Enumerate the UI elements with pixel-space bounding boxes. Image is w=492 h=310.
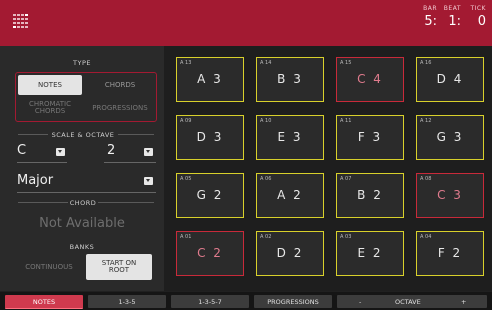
octave-control: - OCTAVE + <box>337 295 487 308</box>
pad[interactable]: A 07 B 2 <box>336 173 404 218</box>
pad[interactable]: A 01 C 2 <box>176 231 244 276</box>
chord-1-3-5-7-button[interactable]: 1-3-5-7 <box>171 295 249 308</box>
type-selector: NOTES CHORDS CHROMATIC CHORDS PROGRESSIO… <box>15 72 157 122</box>
pad-number: A 11 <box>340 118 352 124</box>
divider <box>98 202 154 203</box>
pad-note: C 2 <box>197 246 223 260</box>
pad[interactable]: A 11 F 3 <box>336 115 404 160</box>
left-panel: TYPE NOTES CHORDS CHROMATIC CHORDS PROGR… <box>0 46 164 291</box>
beat-value: 1: <box>448 14 461 29</box>
notes-tab-button[interactable]: NOTES <box>5 295 83 309</box>
pad-number: A 06 <box>260 176 272 182</box>
type-notes-button[interactable]: NOTES <box>18 75 82 95</box>
bar-value: 5: <box>424 14 437 29</box>
pad-number: A 01 <box>180 234 192 240</box>
pad-number: A 16 <box>420 60 432 66</box>
pad[interactable]: A 04 F 2 <box>416 231 484 276</box>
pad[interactable]: A 05 G 2 <box>176 173 244 218</box>
pad[interactable]: A 13 A 3 <box>176 57 244 102</box>
octave-minus-button[interactable]: - <box>359 298 361 306</box>
pad-note: D 4 <box>436 72 464 86</box>
pad-number: A 15 <box>340 60 352 66</box>
pad-note: E 2 <box>357 246 383 260</box>
pad-grid: A 13 A 3 A 14 B 3 A 15 C 4 A 16 D 4 A 09 D 3 A 10 E… <box>164 46 492 291</box>
tick-counter: TICK 0 <box>466 5 486 29</box>
pad-note: D 2 <box>276 246 304 260</box>
tick-value: 0 <box>477 14 486 29</box>
type-chromatic-chords-button[interactable]: CHROMATIC CHORDS <box>24 98 76 118</box>
pad-note: G 3 <box>436 130 464 144</box>
chevron-down-icon <box>56 148 65 156</box>
pad-note: G 2 <box>196 188 224 202</box>
pad[interactable]: A 08 C 3 <box>416 173 484 218</box>
progressions-button[interactable]: PROGRESSIONS <box>254 295 332 308</box>
pad[interactable]: A 03 E 2 <box>336 231 404 276</box>
pad-number: A 12 <box>420 118 432 124</box>
type-chords-button[interactable]: CHORDS <box>88 75 152 95</box>
pad-note: E 3 <box>277 130 303 144</box>
pad-note: A 2 <box>277 188 303 202</box>
grid-logo-icon <box>13 14 29 31</box>
divider <box>18 134 48 135</box>
pad[interactable]: A 09 D 3 <box>176 115 244 160</box>
scale-octave-title: SCALE & OCTAVE <box>51 131 115 139</box>
pad-number: A 04 <box>420 234 432 240</box>
pad[interactable]: A 02 D 2 <box>256 231 324 276</box>
type-progressions-button[interactable]: PROGRESSIONS <box>86 98 154 118</box>
pad-number: A 02 <box>260 234 272 240</box>
pad-number: A 03 <box>340 234 352 240</box>
banks-start-on-root-button[interactable]: START ON ROOT <box>86 254 152 280</box>
scale-value: Major <box>17 173 54 188</box>
select-underline <box>17 192 156 193</box>
chord-value: Not Available <box>39 216 125 231</box>
type-title: TYPE <box>73 59 91 67</box>
pad-note: A 3 <box>197 72 223 86</box>
select-underline <box>104 162 156 163</box>
divider <box>118 134 154 135</box>
octave-value: 2 <box>107 143 116 158</box>
pad-number: A 09 <box>180 118 192 124</box>
header-bar: BAR 5: BEAT 1: TICK 0 <box>0 0 492 55</box>
pad-note: C 4 <box>357 72 383 86</box>
tick-label: TICK <box>470 5 486 12</box>
root-note-value: C <box>17 143 27 158</box>
pad-number: A 05 <box>180 176 192 182</box>
pad-number: A 08 <box>420 176 432 182</box>
pad-note: C 3 <box>437 188 463 202</box>
pad-note: F 3 <box>357 130 383 144</box>
beat-label: BEAT <box>443 5 461 12</box>
banks-continuous-button[interactable]: CONTINUOUS <box>18 257 80 277</box>
banks-title: BANKS <box>69 243 95 251</box>
octave-label: OCTAVE <box>395 297 421 306</box>
pad[interactable]: A 15 C 4 <box>336 57 404 102</box>
chord-1-3-5-button[interactable]: 1-3-5 <box>88 295 166 308</box>
pad-note: B 3 <box>277 72 303 86</box>
pad-number: A 07 <box>340 176 352 182</box>
pad[interactable]: A 12 G 3 <box>416 115 484 160</box>
pad-note: F 2 <box>437 246 463 260</box>
bar-counter: BAR 5: <box>417 5 437 29</box>
chord-title: CHORD <box>69 199 97 207</box>
chevron-down-icon <box>144 177 153 185</box>
pad-note: D 3 <box>196 130 224 144</box>
pad[interactable]: A 16 D 4 <box>416 57 484 102</box>
pad-number: A 10 <box>260 118 272 124</box>
bar-label: BAR <box>423 5 437 12</box>
divider <box>18 202 68 203</box>
pad-number: A 13 <box>180 60 192 66</box>
octave-plus-button[interactable]: + <box>461 298 466 306</box>
bottom-toolbar: NOTES 1-3-5 1-3-5-7 PROGRESSIONS - OCTAV… <box>0 292 492 310</box>
chevron-down-icon <box>144 148 153 156</box>
select-underline <box>17 162 67 163</box>
pad-number: A 14 <box>260 60 272 66</box>
pad[interactable]: A 10 E 3 <box>256 115 324 160</box>
pad[interactable]: A 06 A 2 <box>256 173 324 218</box>
pad-note: B 2 <box>357 188 383 202</box>
beat-counter: BEAT 1: <box>441 5 461 29</box>
pad[interactable]: A 14 B 3 <box>256 57 324 102</box>
